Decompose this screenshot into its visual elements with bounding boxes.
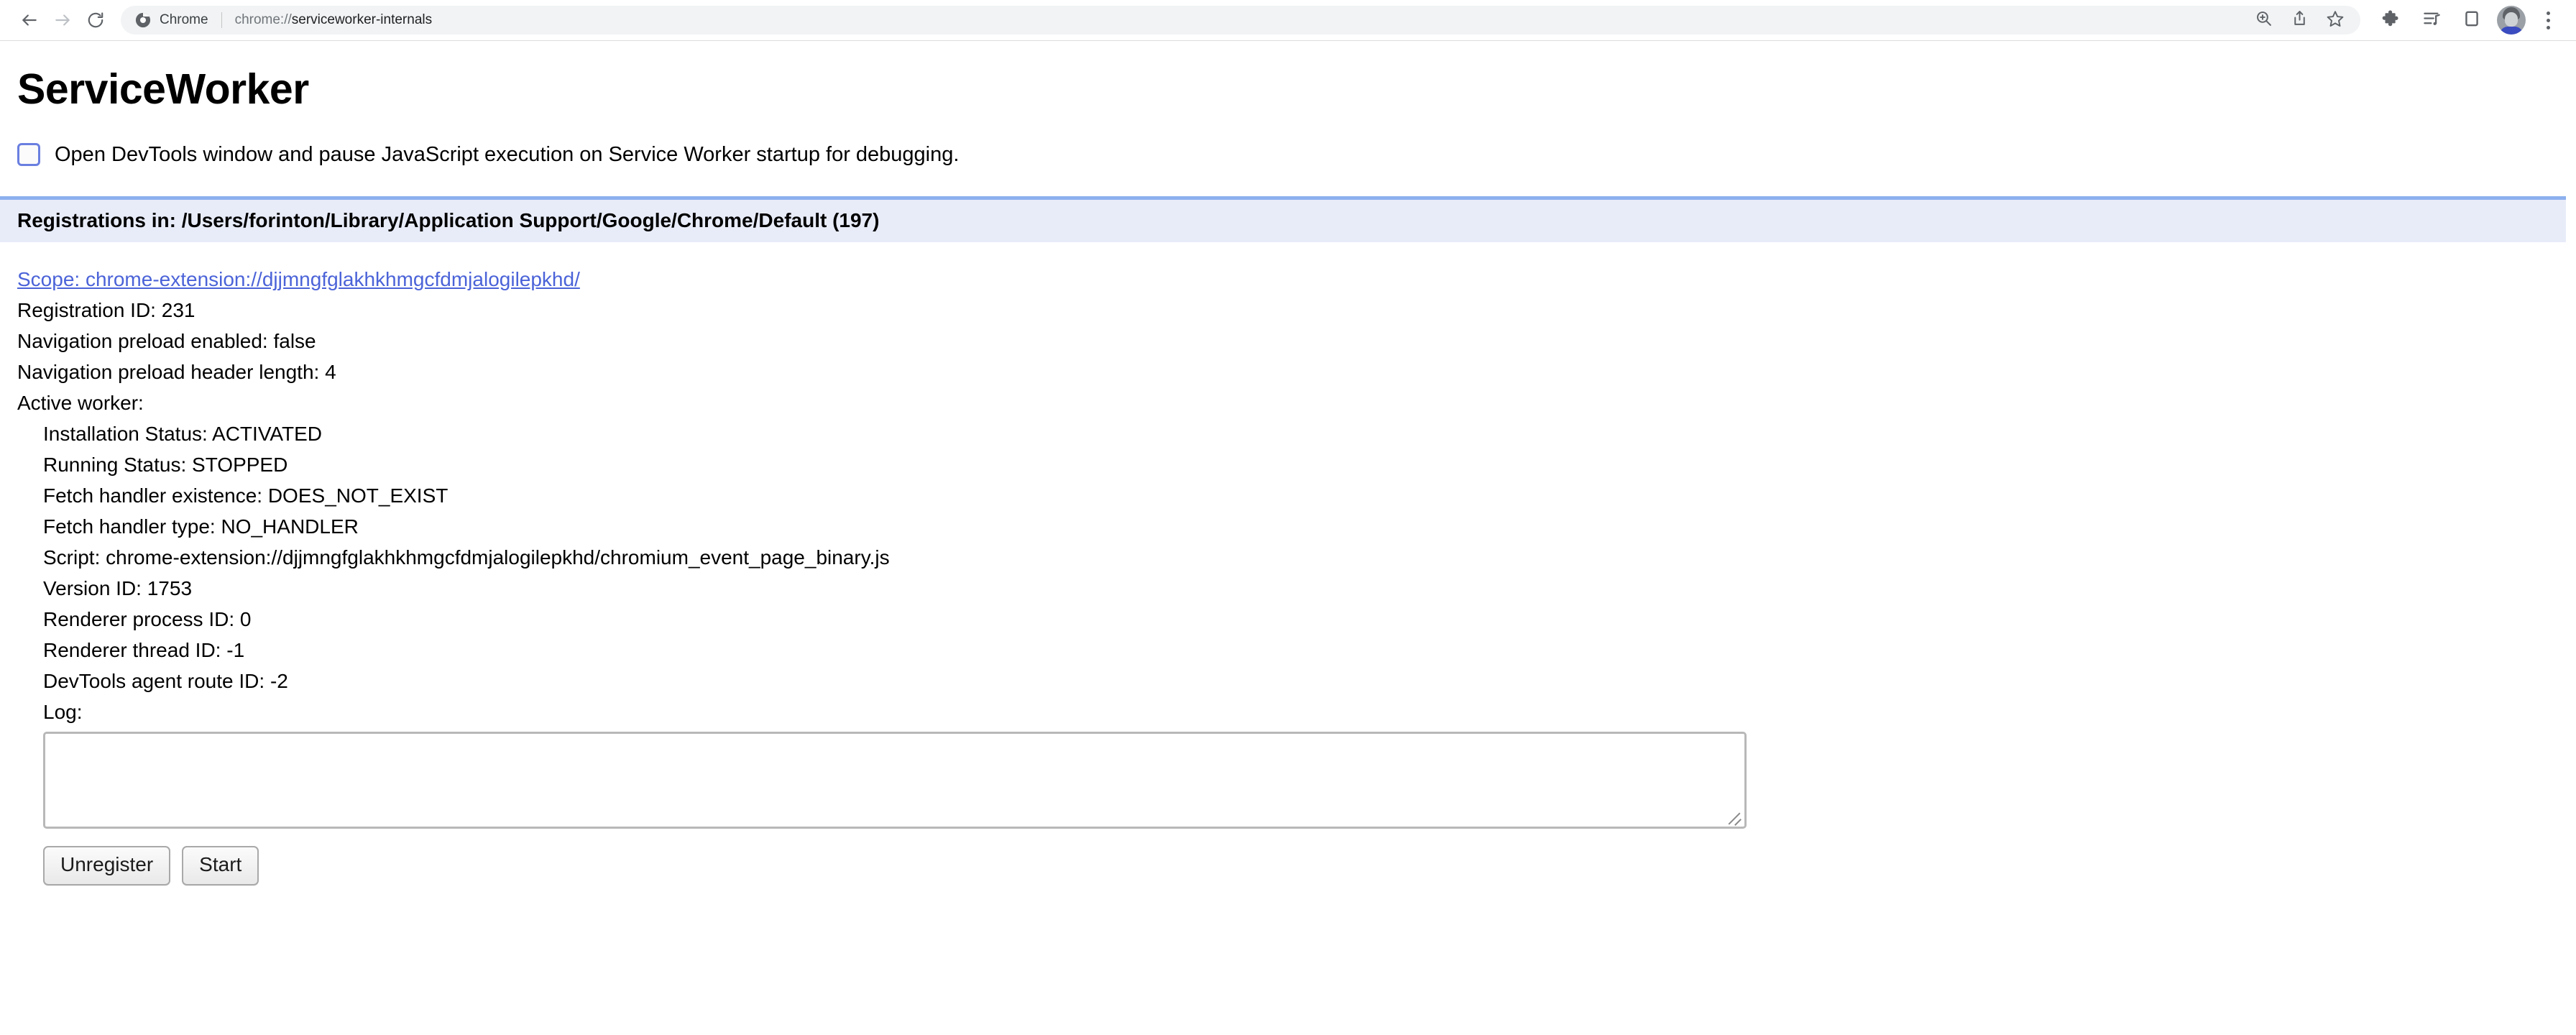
puzzle-piece-icon (2382, 9, 2401, 32)
log-textarea[interactable] (43, 732, 1747, 829)
share-icon (2291, 9, 2309, 31)
unregister-button[interactable]: Unregister (43, 846, 171, 886)
toolbar-actions (2376, 5, 2560, 35)
fetch-handler-type: Fetch handler type: NO_HANDLER (43, 515, 359, 538)
renderer-process-id: Renderer process ID: 0 (43, 608, 252, 630)
back-button[interactable] (13, 4, 46, 37)
zoom-in-icon (2255, 9, 2273, 31)
registrations-header: Registrations in: /Users/forinton/Librar… (0, 196, 2566, 242)
scope-link[interactable]: Scope: chrome-extension://djjmngfglakhkh… (17, 264, 2576, 295)
three-dot-menu-icon (2546, 11, 2550, 15)
worker-script: Script: chrome-extension://djjmngfglakhk… (43, 546, 890, 569)
browser-toolbar: Chrome chrome://serviceworker-internals (0, 0, 2576, 41)
log-container (17, 732, 1747, 829)
bookmark-button[interactable] (2320, 5, 2350, 35)
arrow-left-icon (20, 11, 39, 29)
registration-entry: Scope: chrome-extension://djjmngfglakhkh… (17, 264, 2576, 886)
avatar[interactable] (2497, 6, 2526, 34)
site-chip-label: Chrome (160, 12, 208, 27)
open-devtools-label: Open DevTools window and pause JavaScrip… (55, 142, 960, 166)
side-panel-button[interactable] (2457, 5, 2487, 35)
serviceworker-internals-page: ServiceWorker Open DevTools window and p… (0, 68, 2576, 886)
url-scheme: chrome:// (234, 12, 292, 27)
navigation-preload-header-length: Navigation preload header length: 4 (17, 361, 336, 383)
star-icon (2326, 9, 2345, 32)
address-bar[interactable]: Chrome chrome://serviceworker-internals (121, 6, 2360, 34)
installation-status: Installation Status: ACTIVATED (43, 423, 323, 445)
page-title: ServiceWorker (17, 65, 309, 113)
fetch-handler-existence: Fetch handler existence: DOES_NOT_EXIST (43, 484, 448, 507)
devtools-option-row: Open DevTools window and pause JavaScrip… (17, 143, 2576, 166)
omnibox-separator (221, 12, 222, 28)
zoom-in-button[interactable] (2248, 5, 2278, 35)
version-id: Version ID: 1753 (43, 577, 193, 599)
chrome-logo-icon (135, 12, 151, 28)
url-path: serviceworker-internals (291, 12, 433, 27)
registration-id: Registration ID: 231 (17, 299, 196, 321)
devtools-agent-route-id: DevTools agent route ID: -2 (43, 670, 288, 692)
forward-button[interactable] (46, 4, 79, 37)
open-devtools-checkbox[interactable] (17, 143, 40, 166)
running-status: Running Status: STOPPED (43, 454, 288, 476)
chrome-menu-button[interactable] (2536, 5, 2560, 35)
reload-button[interactable] (79, 4, 112, 37)
omnibox-url[interactable]: chrome://serviceworker-internals (235, 12, 433, 28)
three-dot-menu-icon-dot3 (2546, 25, 2550, 29)
three-dot-menu-icon-dot2 (2546, 18, 2550, 22)
avatar-face (2505, 12, 2518, 27)
log-label: Log: (43, 701, 83, 723)
avatar-body (2500, 27, 2523, 34)
share-button[interactable] (2284, 5, 2314, 35)
reload-icon (86, 11, 105, 29)
arrow-right-icon (53, 11, 72, 29)
side-panel-icon (2462, 9, 2481, 32)
navigation-preload-enabled: Navigation preload enabled: false (17, 330, 316, 352)
renderer-thread-id: Renderer thread ID: -1 (43, 639, 245, 661)
registration-action-buttons: Unregister Start (43, 846, 2576, 886)
reading-list-icon (2422, 9, 2442, 32)
start-button[interactable]: Start (182, 846, 259, 886)
reading-list-button[interactable] (2416, 5, 2447, 35)
active-worker-label: Active worker: (17, 392, 144, 414)
extensions-button[interactable] (2376, 5, 2406, 35)
